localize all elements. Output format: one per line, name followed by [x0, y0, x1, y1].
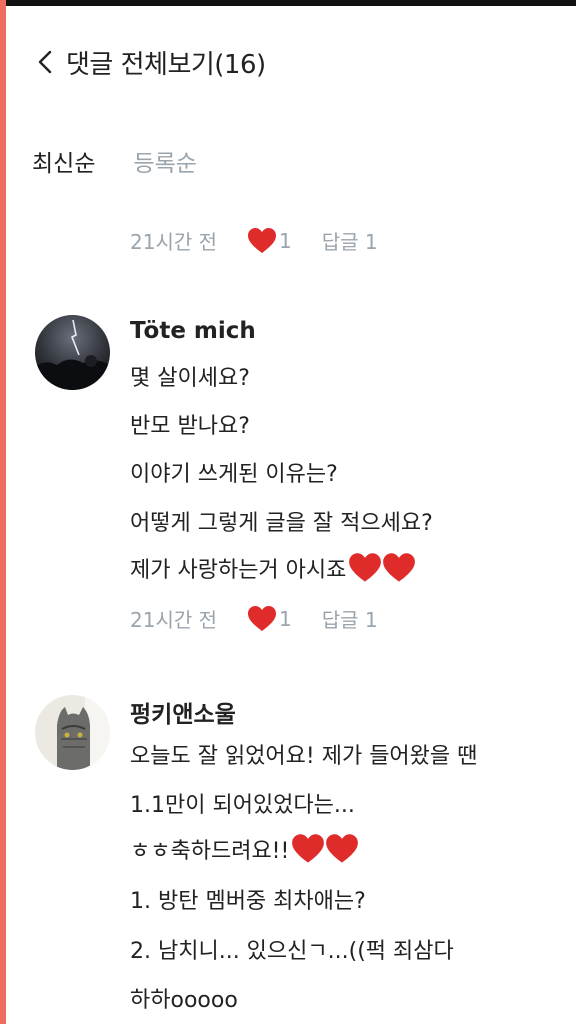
comment-author: Töte mich	[130, 318, 256, 344]
comment-text-line: 하하ooooo	[130, 988, 238, 1013]
heart-icon	[326, 834, 359, 863]
like-button[interactable]: 1	[247, 227, 292, 255]
status-bar	[0, 0, 576, 6]
comment-text-line: 어떻게 그렇게 글을 잘 적으세요?	[130, 511, 433, 536]
like-count: 1	[279, 228, 292, 253]
sort-latest-tab[interactable]: 최신순	[32, 144, 95, 178]
comment-meta: 21시간 전 1 답글 1	[130, 604, 378, 633]
heart-icon	[248, 227, 277, 253]
comment-time: 21시간 전	[130, 230, 218, 254]
comment-text-line: ㅎㅎ축하드려요!!	[130, 833, 359, 865]
comment-text-line: 오늘도 잘 읽었어요! 제가 들어왔을 땐	[130, 744, 478, 769]
comment-text: ㅎㅎ축하드려요!!	[130, 839, 290, 864]
comment-meta: 21시간 전 1 답글 1	[130, 226, 378, 255]
comment-author: 펑키앤소울	[130, 702, 236, 728]
comment-text-line: 제가 사랑하는거 아시죠	[130, 552, 416, 584]
chevron-left-icon[interactable]	[36, 47, 66, 77]
heart-icon	[248, 605, 277, 631]
avatar[interactable]	[35, 315, 110, 390]
page-title: 댓글 전체보기(16)	[66, 49, 266, 80]
comment-text-line: 이야기 쓰게된 이유는?	[130, 462, 338, 487]
heart-emoji	[348, 552, 416, 584]
reply-link[interactable]: 답글 1	[322, 604, 378, 633]
like-count: 1	[279, 606, 292, 631]
header: 댓글 전체보기(16)	[36, 40, 266, 84]
comment-text: 제가 사랑하는거 아시죠	[130, 558, 347, 583]
accent-edge	[0, 0, 6, 1024]
heart-icon	[292, 834, 325, 863]
like-button[interactable]: 1	[247, 605, 292, 633]
comment-time: 21시간 전	[130, 608, 218, 632]
comment-text-line: 2. 남치니... 있으신ㄱ...((퍽 죄삼다	[130, 939, 454, 964]
comment-text-line: 몇 살이세요?	[130, 366, 250, 391]
reply-link[interactable]: 답글 1	[322, 226, 378, 255]
avatar[interactable]	[35, 695, 110, 770]
comment-text-line: 1. 방탄 멤버중 최차애는?	[130, 889, 366, 914]
heart-emoji	[291, 833, 359, 865]
heart-icon	[349, 553, 382, 582]
sort-tabs: 최신순 등록순	[32, 144, 197, 178]
comment-text-line: 반모 받나요?	[130, 414, 250, 439]
sort-registered-tab[interactable]: 등록순	[133, 144, 196, 178]
comment-text-line: 1.1만이 되어있었다는...	[130, 793, 355, 818]
heart-icon	[383, 553, 416, 582]
